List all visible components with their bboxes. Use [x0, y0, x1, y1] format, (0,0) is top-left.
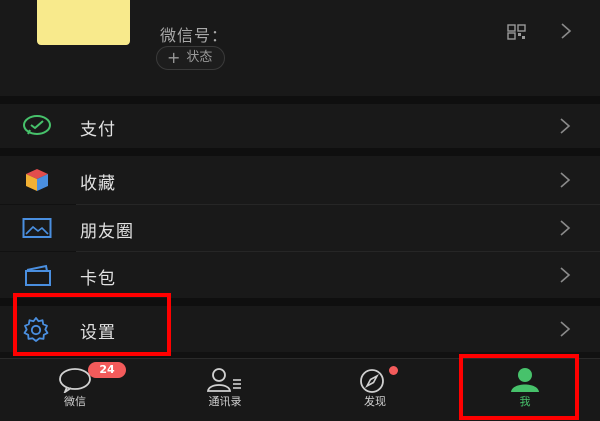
unread-badge: 24: [88, 362, 126, 378]
chevron-right-icon: [561, 23, 572, 39]
qr-code-icon[interactable]: [507, 24, 527, 40]
photo-icon: [22, 218, 52, 238]
menu-item-label: 支付: [80, 120, 116, 140]
section-gap: [0, 96, 600, 104]
chevron-right-icon: [560, 321, 571, 337]
menu-item-label: 收藏: [80, 174, 116, 194]
chevron-right-icon: [560, 172, 571, 188]
chat-bubble-icon: [59, 368, 91, 393]
section-gap: [0, 148, 600, 156]
menu-item-label: 朋友圈: [80, 222, 134, 242]
plus-icon: +: [167, 48, 181, 67]
menu-item-cards[interactable]: 卡包: [0, 252, 600, 298]
chevron-right-icon: [560, 220, 571, 236]
notification-dot: [389, 366, 398, 375]
menu-item-label: 卡包: [80, 269, 116, 289]
wechat-pay-icon: [23, 115, 51, 135]
menu-item-favorites[interactable]: 收藏: [0, 156, 600, 204]
menu-item-pay[interactable]: 支付: [0, 104, 600, 148]
status-button[interactable]: + 状态: [156, 46, 226, 70]
highlight-box-settings: [13, 293, 171, 356]
wechat-id-label: 微信号：: [160, 26, 229, 45]
highlight-box-me-tab: [459, 354, 579, 420]
chevron-right-icon: [560, 118, 571, 134]
tab-contacts[interactable]: 通讯录: [150, 359, 300, 421]
chevron-right-icon: [560, 267, 571, 283]
avatar[interactable]: [37, 0, 130, 45]
tab-chats[interactable]: 24 微信: [0, 359, 150, 421]
status-button-label: 状态: [186, 50, 213, 65]
cube-icon: [26, 169, 48, 191]
tab-label: 通讯录: [208, 395, 242, 408]
tab-label: 发现: [364, 395, 386, 408]
profile-header[interactable]: 微信号： + 状态: [0, 0, 600, 96]
tab-discover[interactable]: 发现: [300, 359, 450, 421]
tab-label: 微信: [64, 395, 86, 408]
card-wallet-icon: [25, 264, 51, 286]
menu-item-moments[interactable]: 朋友圈: [0, 205, 600, 251]
compass-icon: [360, 369, 384, 393]
contacts-icon: [206, 368, 241, 392]
